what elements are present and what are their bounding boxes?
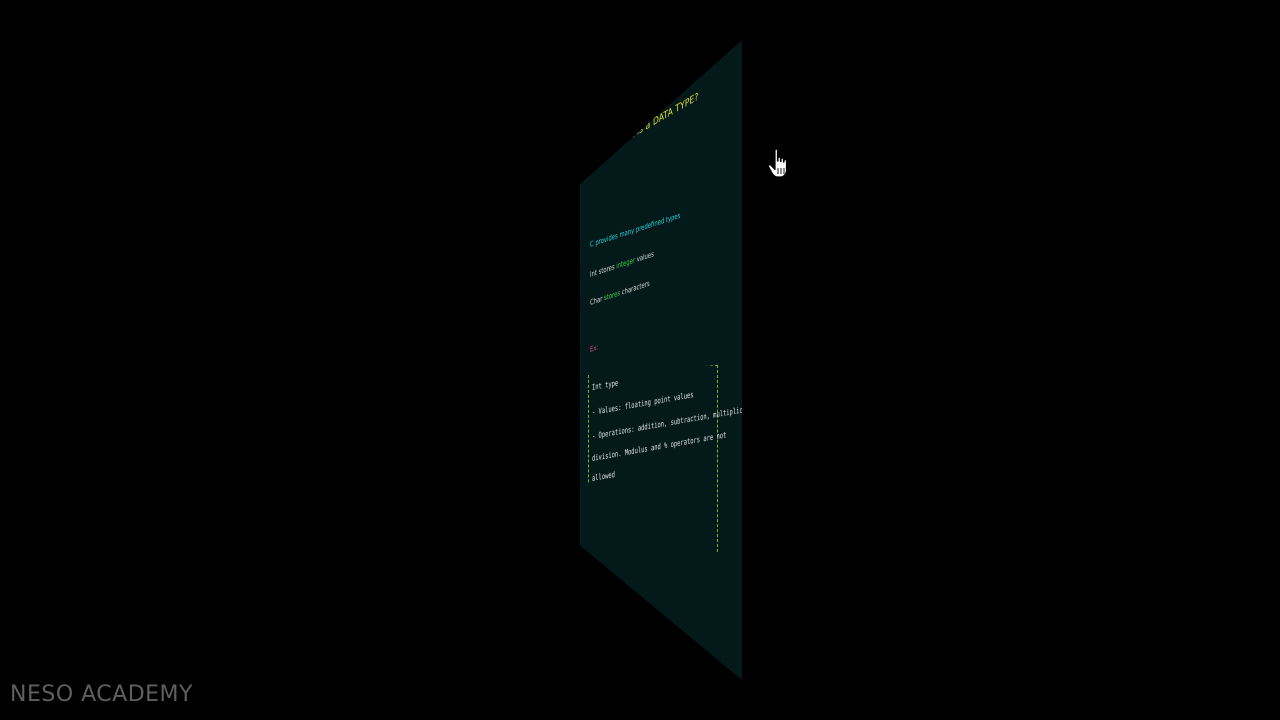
watermark-logo: NESO ACADEMY bbox=[10, 682, 193, 707]
point-1-post: values bbox=[636, 249, 654, 264]
point-2-post: characters bbox=[621, 278, 650, 297]
point-2-highlight: stores bbox=[604, 288, 621, 303]
point-1-highlight: integer bbox=[616, 255, 636, 271]
point-1-mid: stores bbox=[598, 261, 615, 277]
slide-title: What is a DATA TYPE? bbox=[614, 91, 699, 151]
point-1-pre: Int bbox=[590, 267, 597, 279]
example-label: Ex: bbox=[590, 342, 599, 354]
rotating-slide: What is a DATA TYPE? C provides many pre… bbox=[580, 40, 742, 680]
point-2-pre: Char bbox=[590, 293, 603, 307]
video-frame: What is a DATA TYPE? C provides many pre… bbox=[0, 0, 1280, 720]
hand-pointer-icon bbox=[766, 148, 792, 180]
slide-intro: C provides many predefined types bbox=[590, 210, 681, 249]
slide-panel: What is a DATA TYPE? C provides many pre… bbox=[580, 40, 742, 680]
slide-point-2: Char stores characters bbox=[590, 279, 650, 307]
slide-point-1: Int stores integer values bbox=[590, 249, 654, 279]
